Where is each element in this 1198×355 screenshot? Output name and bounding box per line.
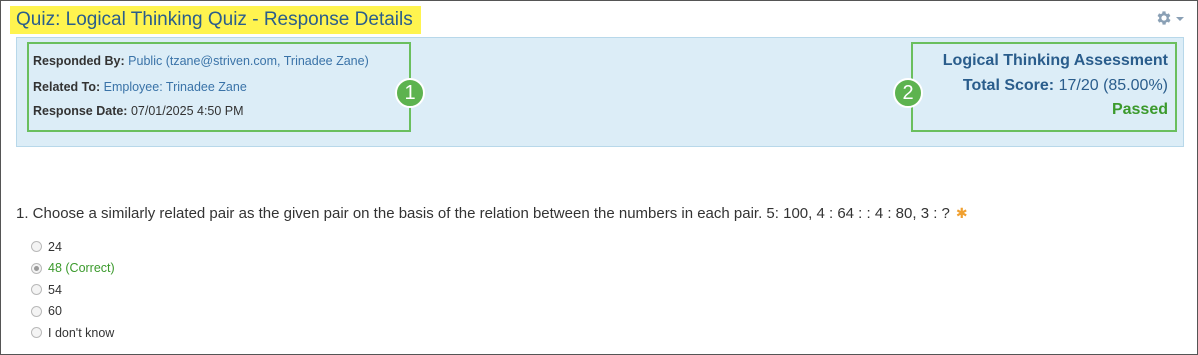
- answer-options: 24 48 (Correct) 54 60 I don't know: [31, 236, 115, 344]
- responded-by-link[interactable]: Public (tzane@striven.com, Trinadee Zane…: [128, 54, 369, 68]
- answer-option: 60: [31, 301, 115, 323]
- radio-button[interactable]: [31, 327, 42, 339]
- callout-badge-2: 2: [893, 78, 923, 108]
- radio-button[interactable]: [31, 305, 42, 317]
- pass-status: Passed: [1111, 101, 1168, 118]
- related-to-row: Related To: Employee: Trinadee Zane: [33, 80, 247, 94]
- response-date-label: Response Date:: [33, 104, 128, 118]
- related-to-label: Related To:: [33, 80, 101, 94]
- answer-option-label: 24: [48, 239, 62, 254]
- callout-badge-1: 1: [395, 78, 425, 108]
- answer-option: 24: [31, 236, 115, 258]
- page-title: Quiz: Logical Thinking Quiz - Response D…: [16, 9, 413, 30]
- response-date-value: 07/01/2025 4:50 PM: [130, 104, 244, 118]
- responded-by-label: Responded By:: [33, 54, 125, 68]
- answer-option-label: I don't know: [48, 325, 115, 340]
- title-highlight: Quiz: Logical Thinking Quiz - Response D…: [10, 6, 421, 34]
- chevron-down-icon[interactable]: [1176, 17, 1184, 21]
- question-heading: 1. Choose a similarly related pair as th…: [16, 205, 968, 222]
- required-asterisk-icon: ✱: [955, 205, 968, 221]
- settings-menu[interactable]: [1155, 9, 1184, 27]
- related-to-link[interactable]: Employee: Trinadee Zane: [104, 80, 247, 94]
- answer-option: I don't know: [31, 322, 115, 344]
- question-text: 1. Choose a similarly related pair as th…: [16, 205, 950, 222]
- answer-option-label: 54: [48, 282, 62, 297]
- radio-button-selected[interactable]: [31, 262, 42, 274]
- answer-option-correct: 48 (Correct): [31, 258, 115, 280]
- answer-option-label: 60: [48, 304, 62, 319]
- answer-option: 54: [31, 279, 115, 301]
- assessment-title: Logical Thinking Assessment: [942, 52, 1168, 69]
- total-score-value: 17/20 (85.00%): [1058, 77, 1168, 94]
- score-summary: Logical Thinking Assessment Total Score:…: [943, 52, 1168, 119]
- gear-icon[interactable]: [1155, 9, 1173, 27]
- total-score-label: Total Score:: [962, 77, 1055, 94]
- responded-by-row: Responded By: Public (tzane@striven.com,…: [33, 54, 369, 68]
- total-score: Total Score: 17/20 (85.00%): [943, 77, 1168, 95]
- response-date-row: Response Date: 07/01/2025 4:50 PM: [33, 104, 244, 118]
- answer-option-label: 48 (Correct): [48, 261, 115, 276]
- radio-button[interactable]: [31, 284, 42, 296]
- radio-button[interactable]: [31, 241, 42, 253]
